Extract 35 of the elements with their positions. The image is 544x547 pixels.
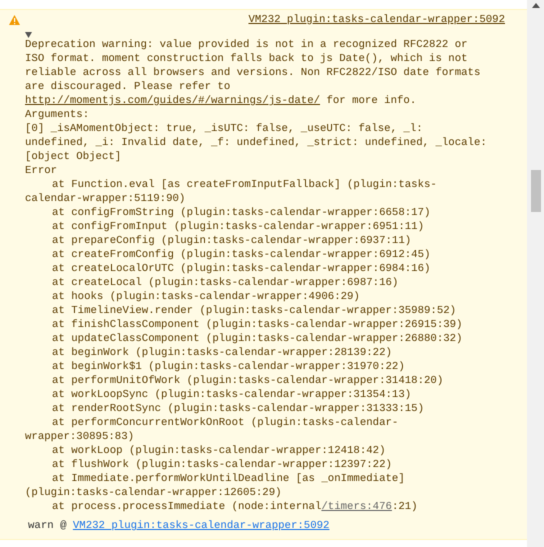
scrollbar-thumb[interactable] bbox=[530, 170, 540, 212]
warning-icon bbox=[9, 15, 20, 25]
warning-message: Deprecation warning: value provided is not in a recognized RFC2822 or ISO format. moment construction falls back to js Date(), which is not reliable across all browsers and versions. Non RFC2822/ISO date formats are discouraged. Please refer to http://momentjs.com/guides/#/warnings/js-date/ for more info. bbox=[25, 38, 482, 108]
arguments-label: Arguments: bbox=[25, 108, 90, 122]
stack-frame: at beginWork$1 (plugin:tasks-calendar-wrapper:31970:22) bbox=[25, 360, 487, 374]
stack-frame: at process.processImmediate (node:internal/timers:476:21) bbox=[25, 500, 487, 514]
stack-frame: at Immediate.performWorkUntilDeadline [as _onImmediate] (plugin:tasks-calendar-wrapper:12605:29) bbox=[25, 472, 487, 500]
stack-frame: at beginWork (plugin:tasks-calendar-wrapper:28139:22) bbox=[25, 346, 487, 360]
stack-frame: at configFromString (plugin:tasks-calendar-wrapper:6658:17) bbox=[25, 206, 487, 220]
source-link[interactable]: VM232 plugin:tasks-calendar-wrapper:5092 bbox=[72, 519, 330, 533]
stack-frame: at workLoopSync (plugin:tasks-calendar-wrapper:31354:13) bbox=[25, 388, 487, 402]
stack-frame: at updateClassComponent (plugin:tasks-calendar-wrapper:26880:32) bbox=[25, 332, 487, 346]
stack-frame: at flushWork (plugin:tasks-calendar-wrapper:12397:22) bbox=[25, 458, 487, 472]
stack-frame: at configFromInput (plugin:tasks-calendar-wrapper:6951:11) bbox=[25, 220, 487, 234]
stack-frame: at performConcurrentWorkOnRoot (plugin:tasks-calendar-wrapper:30895:83) bbox=[25, 416, 487, 444]
stack-frame: at finishClassComponent (plugin:tasks-calendar-wrapper:26915:39) bbox=[25, 318, 487, 332]
stack-frame: at hooks (plugin:tasks-calendar-wrapper:4906:29) bbox=[25, 290, 487, 304]
stack-frame: at createLocal (plugin:tasks-calendar-wrapper:6987:16) bbox=[25, 276, 487, 290]
warn-label: warn @ bbox=[28, 519, 66, 533]
stack-frame: at TimelineView.render (plugin:tasks-calendar-wrapper:35989:52) bbox=[25, 304, 487, 318]
stack-frame: at prepareConfig (plugin:tasks-calendar-wrapper:6937:11) bbox=[25, 234, 487, 248]
timers-link[interactable]: /timers:476 bbox=[321, 501, 392, 513]
arguments-text: [0] _isAMomentObject: true, _isUTC: false, _useUTC: false, _l: undefined, _i: Invalid date, _f: undefined, _strict: undefined, _locale: [object Object] bbox=[25, 122, 487, 164]
scrollbar[interactable] bbox=[527, 0, 544, 547]
docs-link[interactable]: http://momentjs.com/guides/#/warnings/js-date/ bbox=[25, 95, 320, 107]
stack-frame: at workLoop (plugin:tasks-calendar-wrapper:12418:42) bbox=[25, 444, 487, 458]
scroll-up-icon[interactable] bbox=[532, 3, 540, 8]
error-label: Error bbox=[25, 164, 58, 178]
source-link[interactable]: VM232 plugin:tasks-calendar-wrapper:5092 bbox=[248, 13, 505, 27]
stack-frame: at renderRootSync (plugin:tasks-calendar-wrapper:31333:15) bbox=[25, 402, 487, 416]
stack-frame: at performUnitOfWork (plugin:tasks-calendar-wrapper:31418:20) bbox=[25, 374, 487, 388]
stack-frame: at createLocalOrUTC (plugin:tasks-calendar-wrapper:6984:16) bbox=[25, 262, 487, 276]
stack-frame: at Function.eval [as createFromInputFallback] (plugin:tasks-calendar-wrapper:5119:90) bbox=[25, 178, 487, 206]
stack-frame: at createFromConfig (plugin:tasks-calendar-wrapper:6912:45) bbox=[25, 248, 487, 262]
caret-icon[interactable] bbox=[25, 32, 32, 38]
